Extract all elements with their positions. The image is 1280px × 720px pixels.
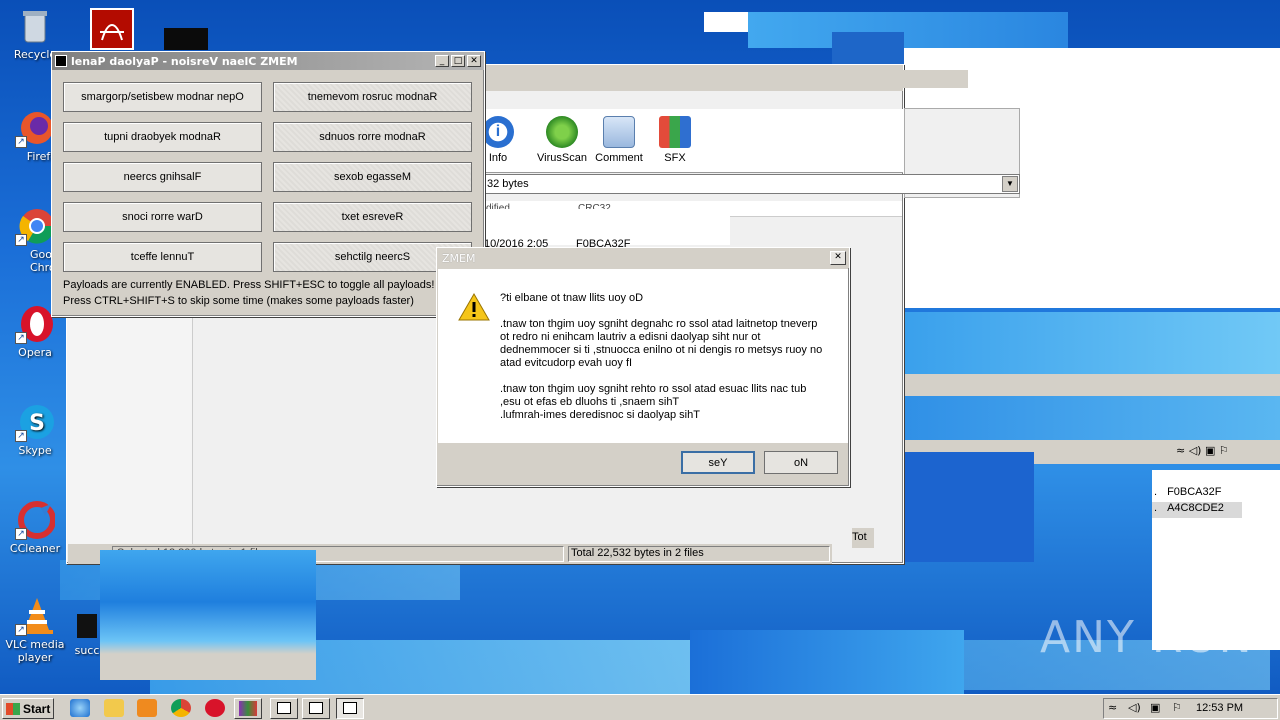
payload-open-random-websites-button[interactable]: smargorp/setisbew modnar nepO bbox=[63, 82, 262, 112]
black-file-icon[interactable] bbox=[164, 28, 208, 50]
app-icon bbox=[55, 55, 67, 67]
shortcut-arrow-icon: ↗ bbox=[15, 528, 27, 540]
firefox-icon: ↗ bbox=[15, 108, 55, 148]
taskbar-window-memz-2[interactable] bbox=[302, 698, 330, 719]
network-icon[interactable]: ▣ bbox=[1150, 701, 1160, 714]
shortcut-arrow-icon: ↗ bbox=[15, 234, 27, 246]
list-item[interactable]: . A4C8CDE2 bbox=[1152, 502, 1242, 518]
clock[interactable]: 12:53 PM bbox=[1196, 702, 1243, 714]
recycle-bin-icon bbox=[15, 6, 55, 46]
taskbar: Start ≈ ◁) ▣ ⚐ 12:53 PM bbox=[0, 694, 1280, 720]
shortcut-arrow-icon: ↗ bbox=[15, 430, 27, 442]
payload-hint-text: Press CTRL+SHIFT+S to skip some time (ma… bbox=[63, 295, 414, 307]
windows-logo-icon bbox=[6, 702, 20, 715]
desktop-icon-skype[interactable]: S ↗ Skype bbox=[0, 402, 70, 457]
list-item[interactable]: . F0BCA32F bbox=[1152, 486, 1242, 502]
desktop-icon-label: CCleaner bbox=[9, 542, 61, 555]
taskbar-window-archiver[interactable] bbox=[234, 698, 262, 719]
close-button[interactable]: ✕ bbox=[467, 55, 481, 67]
desktop-icon-label: Skype bbox=[18, 444, 52, 457]
payload-random-keyboard-input-button[interactable]: tupni draobyek modnaR bbox=[63, 122, 262, 152]
media-player-icon[interactable] bbox=[137, 699, 157, 717]
ccleaner-icon: ↗ bbox=[15, 500, 56, 540]
status-right: Total 22,532 bytes in 2 files bbox=[568, 546, 830, 562]
toolbar-comment-button[interactable]: Comment bbox=[594, 116, 644, 164]
no-button[interactable]: oN bbox=[764, 451, 838, 474]
close-button[interactable]: ✕ bbox=[830, 251, 846, 265]
dialog-message: ?ti elbane ot tnaw llits uoy oD .tnaw to… bbox=[500, 292, 823, 421]
show-hidden-icons-icon[interactable]: ≈ bbox=[1108, 701, 1117, 714]
comment-icon bbox=[603, 116, 635, 148]
app-window-icon bbox=[277, 702, 291, 714]
winrar-icon bbox=[239, 701, 257, 716]
payload-status-text: Payloads are currently ENABLED. Press SH… bbox=[63, 279, 435, 291]
svg-text:S: S bbox=[29, 411, 45, 436]
shortcut-arrow-icon: ↗ bbox=[15, 624, 27, 636]
desktop-icon-ccleaner[interactable]: ↗ CCleaner bbox=[0, 500, 70, 555]
payload-tunnel-effect-button[interactable]: tceffe lennuT bbox=[63, 242, 262, 272]
virus-scan-icon bbox=[546, 116, 578, 148]
shortcut-arrow-icon: ↗ bbox=[15, 332, 27, 344]
payload-panel-titlebar: lenaP daolyaP - noisreV naelC ZMEM _ □ ✕ bbox=[52, 52, 484, 70]
info-icon: i bbox=[482, 116, 514, 148]
shortcut-arrow-icon: ↗ bbox=[15, 136, 27, 148]
chevron-down-icon[interactable]: ▼ bbox=[1002, 176, 1018, 192]
anyrun-watermark: ANY RUN bbox=[1040, 612, 1254, 663]
status-fragment: Tot bbox=[852, 528, 874, 548]
ie-icon[interactable] bbox=[70, 699, 90, 717]
path-combo[interactable]: 32 bytes ▼ bbox=[484, 174, 1020, 194]
volume-icon[interactable]: ◁) bbox=[1128, 701, 1141, 714]
warning-icon bbox=[458, 292, 490, 322]
desktop-icon-label: VLC media player bbox=[5, 638, 65, 664]
taskbar-window-memz-1[interactable] bbox=[270, 698, 298, 719]
desktop-icon-label: Opera bbox=[18, 346, 52, 359]
app-window-icon bbox=[309, 702, 323, 714]
payload-random-cursor-movement-button[interactable]: tnemevom rosruc modnaR bbox=[273, 82, 472, 112]
folder-icon[interactable] bbox=[104, 699, 124, 717]
system-tray: ≈ ◁) ▣ ⚐ 12:53 PM bbox=[1103, 698, 1278, 719]
dialog-titlebar: ZMEM ✕ bbox=[437, 248, 849, 268]
yes-button[interactable]: seY bbox=[681, 451, 755, 474]
payload-reverse-text-button[interactable]: txet esreveR bbox=[273, 202, 472, 232]
black-file-icon bbox=[77, 614, 97, 638]
app-window-icon bbox=[343, 702, 357, 714]
skype-icon: S ↗ bbox=[15, 402, 55, 442]
toolbar-virusscan-button[interactable]: VirusScan bbox=[537, 116, 587, 164]
desktop-icon-vlc[interactable]: ↗ VLC media player bbox=[0, 596, 70, 664]
chrome-icon: ↗ bbox=[15, 206, 55, 246]
taskbar-window-memz-3[interactable] bbox=[336, 698, 364, 719]
crc-list: . F0BCA32F . A4C8CDE2 bbox=[1152, 486, 1242, 518]
payload-flashing-screen-button[interactable]: neercs gnihsalF bbox=[63, 162, 262, 192]
opera-icon: ↗ bbox=[15, 304, 55, 344]
opera-taskbar-icon[interactable] bbox=[205, 699, 225, 717]
start-button[interactable]: Start bbox=[2, 698, 54, 719]
vlc-cone-icon: ↗ bbox=[15, 596, 55, 636]
acrobat-icon[interactable] bbox=[90, 8, 134, 50]
payload-message-boxes-button[interactable]: sexob egasseM bbox=[273, 162, 472, 192]
flag-icon[interactable]: ⚐ bbox=[1172, 701, 1182, 714]
minimize-button[interactable]: _ bbox=[435, 55, 449, 67]
payload-draw-error-icons-button[interactable]: snoci rorre warD bbox=[63, 202, 262, 232]
maximize-button[interactable]: □ bbox=[451, 55, 465, 67]
sfx-icon bbox=[659, 116, 691, 148]
chrome-taskbar-icon[interactable] bbox=[171, 699, 191, 717]
toolbar-sfx-button[interactable]: SFX bbox=[650, 116, 700, 164]
payload-random-error-sounds-button[interactable]: sdnuos rorre modnaR bbox=[273, 122, 472, 152]
